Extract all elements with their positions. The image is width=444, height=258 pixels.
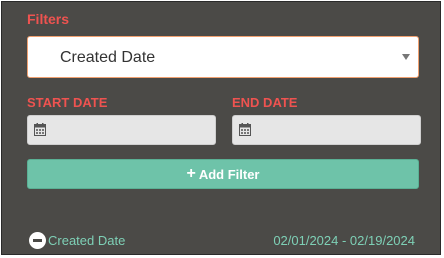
active-filter-name[interactable]: Created Date xyxy=(48,233,125,248)
filter-field-selected-value: Created Date xyxy=(60,49,156,66)
add-filter-button[interactable]: + Add Filter xyxy=(27,159,419,189)
active-filter-item: Created Date xyxy=(29,232,125,249)
plus-icon: + xyxy=(186,165,196,182)
start-date-label: START DATE xyxy=(27,95,108,110)
minus-circle-icon[interactable] xyxy=(29,232,46,249)
filter-field-select[interactable]: Created Date xyxy=(27,36,419,78)
chevron-down-icon xyxy=(402,54,410,60)
calendar-icon xyxy=(239,123,251,136)
filters-panel: Filters Created Date START DATE END DATE xyxy=(1,1,441,255)
filters-title: Filters xyxy=(27,11,70,27)
add-filter-label: Add Filter xyxy=(198,166,260,182)
end-date-input[interactable] xyxy=(232,115,421,145)
end-date-label: END DATE xyxy=(232,95,298,110)
active-filter-range: 02/01/2024 - 02/19/2024 xyxy=(273,233,415,248)
calendar-icon xyxy=(34,123,46,136)
start-date-input[interactable] xyxy=(27,115,216,145)
